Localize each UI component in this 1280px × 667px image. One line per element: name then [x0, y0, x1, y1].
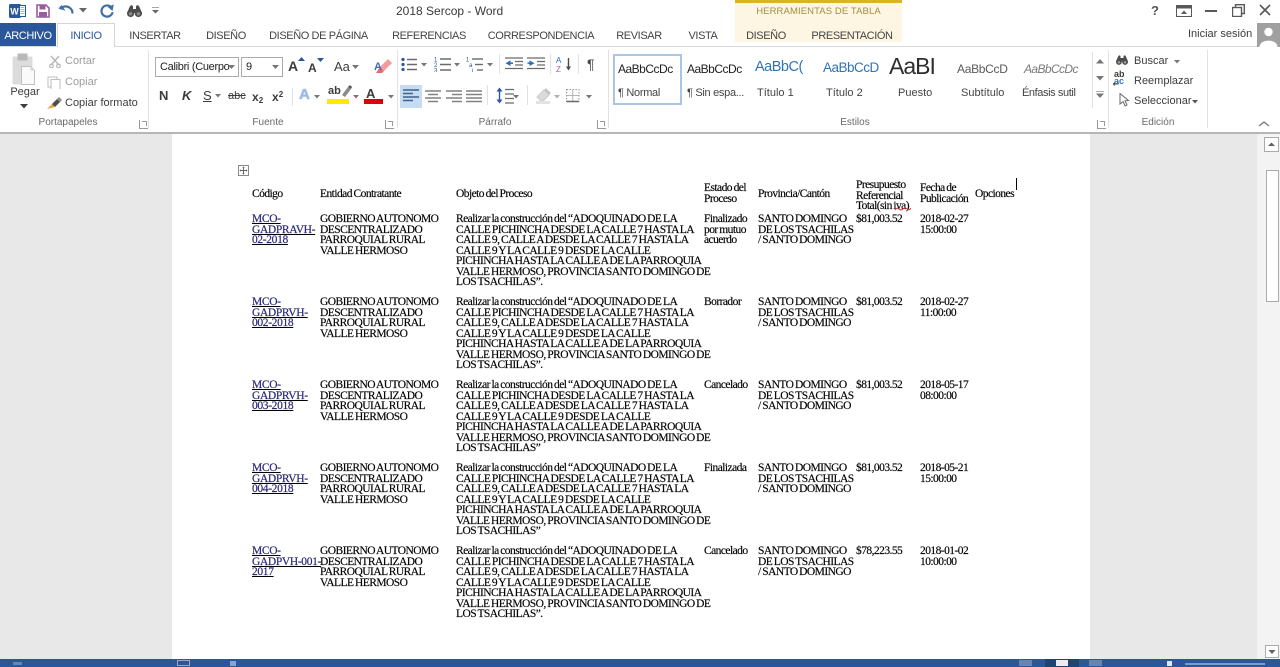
svg-text:W: W [10, 7, 19, 17]
svg-text:Z: Z [556, 65, 561, 72]
svg-text:3: 3 [434, 69, 438, 73]
svg-text:A: A [374, 61, 382, 73]
svg-text:A: A [556, 56, 562, 65]
svg-text:i: i [472, 69, 473, 73]
